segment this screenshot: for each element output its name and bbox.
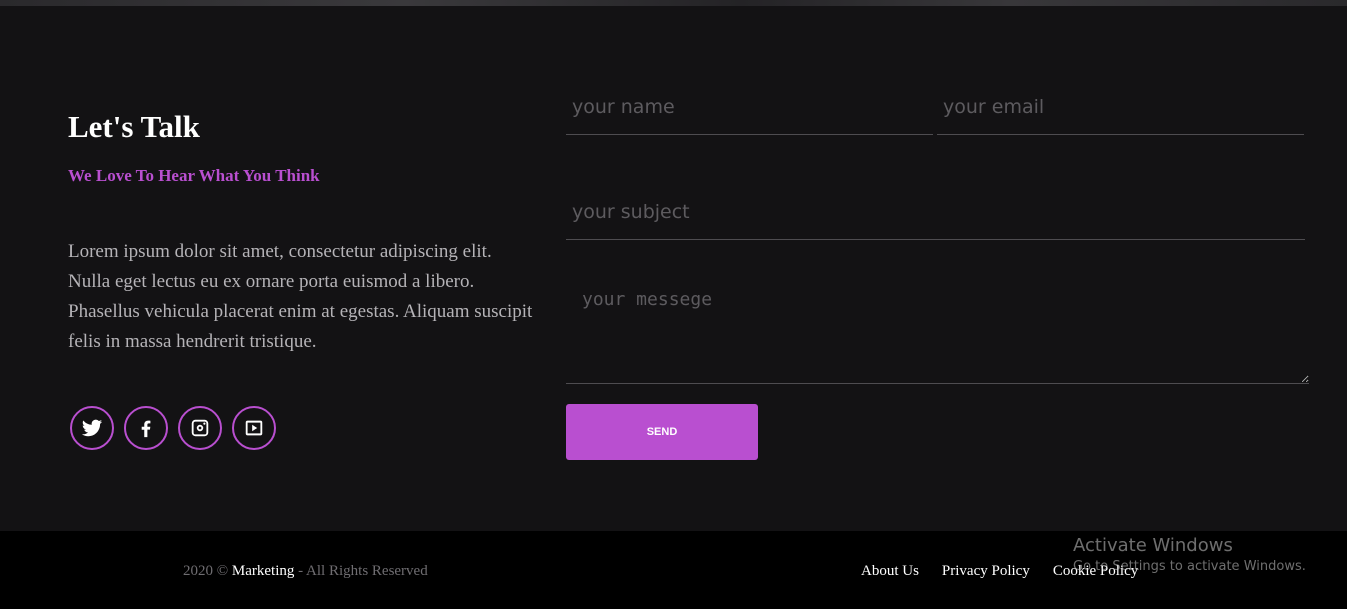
- subject-input[interactable]: [566, 185, 1305, 240]
- facebook-icon: [141, 420, 151, 438]
- footer: 2020 © Marketing - All Rights Reserved A…: [0, 531, 1347, 609]
- facebook-link[interactable]: [124, 406, 168, 450]
- about-us-link[interactable]: About Us: [861, 563, 919, 580]
- contact-title: Let's Talk: [68, 109, 200, 144]
- copyright-text: 2020 © Marketing - All Rights Reserved: [183, 563, 428, 580]
- social-links: [70, 406, 276, 450]
- brand-link[interactable]: Marketing: [232, 563, 294, 579]
- privacy-policy-link[interactable]: Privacy Policy: [942, 563, 1030, 580]
- send-button[interactable]: SEND: [566, 404, 758, 460]
- youtube-link[interactable]: [232, 406, 276, 450]
- twitter-link[interactable]: [70, 406, 114, 450]
- email-input[interactable]: [937, 80, 1304, 135]
- cookie-policy-link[interactable]: Cookie Policy: [1053, 563, 1138, 580]
- footer-nav: About Us Privacy Policy Cookie Policy: [861, 563, 1138, 580]
- twitter-icon: [81, 419, 103, 437]
- contact-subtitle: We Love To Hear What You Think: [68, 166, 320, 185]
- contact-description: Lorem ipsum dolor sit amet, consectetur …: [68, 241, 533, 352]
- name-input[interactable]: [566, 80, 933, 135]
- message-textarea[interactable]: [566, 283, 1309, 384]
- youtube-icon: [245, 420, 263, 436]
- instagram-icon: [191, 419, 209, 437]
- copyright-prefix: 2020 ©: [183, 563, 229, 579]
- instagram-link[interactable]: [178, 406, 222, 450]
- copyright-suffix: - All Rights Reserved: [298, 563, 428, 579]
